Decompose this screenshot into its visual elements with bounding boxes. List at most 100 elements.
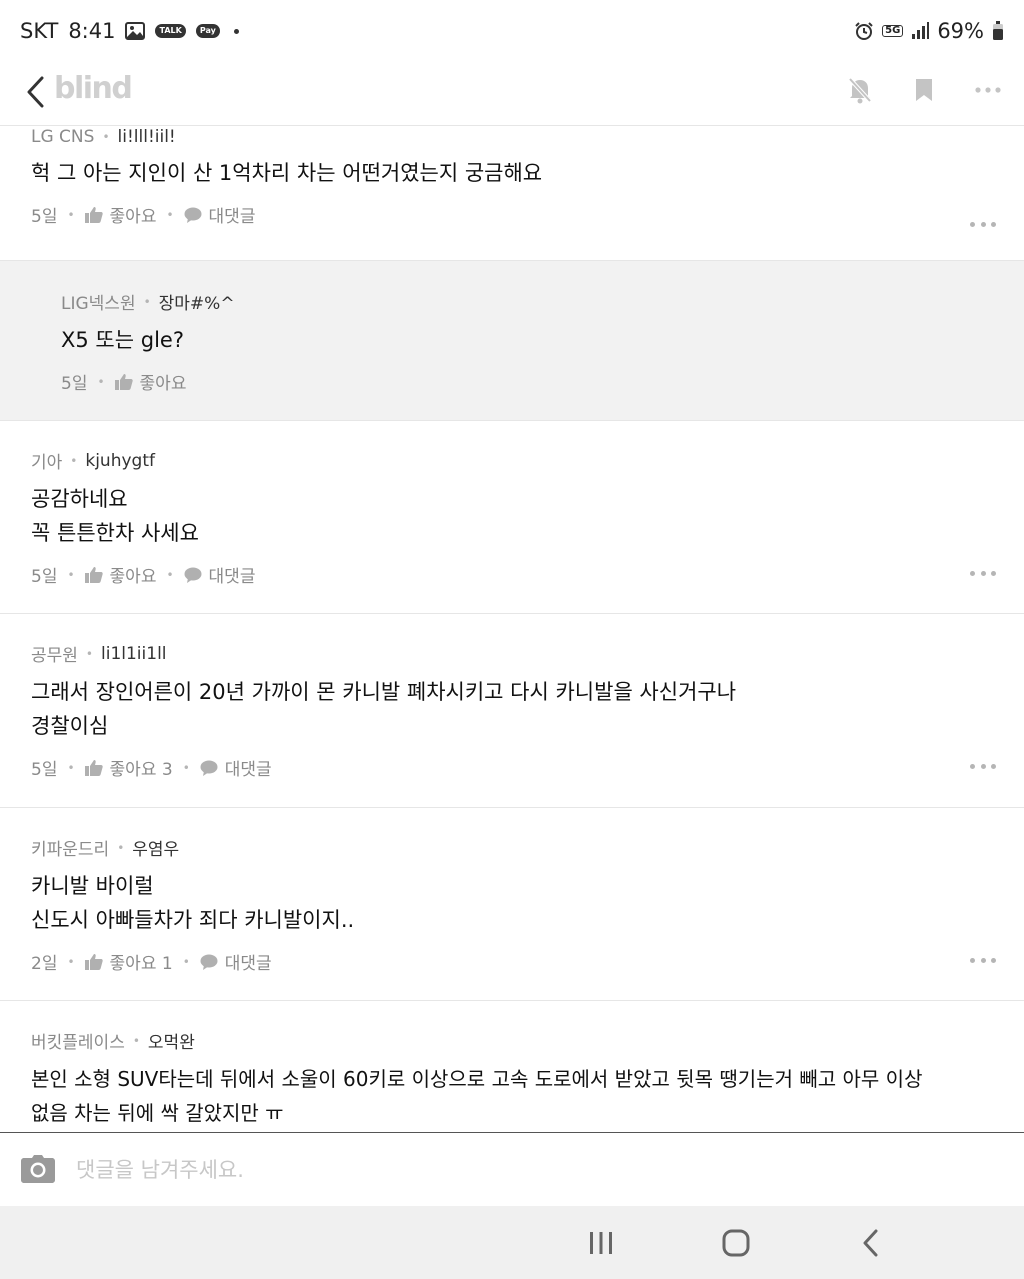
nickname[interactable]: 오먹완 (148, 1028, 195, 1053)
reply-button[interactable]: 대댓글 (200, 755, 272, 780)
blind-logo[interactable]: blind (54, 71, 133, 106)
comment-line: 없음 차는 뒤에 싹 갈았지만 ㅠ (31, 1101, 284, 1125)
app-bar-actions (842, 70, 1006, 110)
company-name: 기아 (31, 453, 63, 473)
reply-button[interactable]: 대댓글 (184, 202, 256, 227)
comment-meta: 버킷플레이스 • 오먹완 (31, 1028, 1024, 1053)
gallery-icon (125, 22, 146, 40)
comment-actions: 2일 • 좋아요 1 • 대댓글 (31, 949, 1024, 974)
like-button[interactable]: 좋아요 (114, 369, 187, 394)
nickname[interactable]: li!lll!iil! (118, 127, 176, 147)
comment-line: 그래서 장인어른이 20년 가까이 몬 카니발 폐차시키고 다시 카니발을 사신… (31, 680, 737, 704)
recent-apps-button[interactable] (578, 1222, 624, 1264)
like-label: 좋아요 (139, 374, 187, 394)
notification-dot-icon (233, 28, 239, 34)
bell-off-icon (848, 77, 872, 104)
comment-meta: LIG넥스원 • 장마#%^ (61, 289, 1024, 314)
thumbs-up-icon (84, 567, 103, 583)
like-button[interactable]: 좋아요 (84, 562, 157, 587)
app-bar: blind (0, 62, 1024, 126)
nickname[interactable]: 장마#%^ (159, 289, 235, 314)
comment-list: LG CNS • li!lll!iil! 헉 그 아는 지인이 산 1억차리 차… (0, 126, 1024, 1132)
comment-item: 공무원 • li1l1ii1ll 그래서 장인어른이 20년 가까이 몬 카니발… (0, 614, 1024, 808)
comment-line: 꼭 튼튼한차 사세요 (31, 521, 199, 545)
notification-off-button[interactable] (842, 70, 878, 110)
like-label: 좋아요 (109, 207, 157, 227)
comment-body: 그래서 장인어른이 20년 가까이 몬 카니발 폐차시키고 다시 카니발을 사신… (31, 675, 1024, 743)
comment-line: 신도시 아빠들차가 죄다 카니발이지.. (31, 908, 355, 932)
comment-actions: 5일 • 좋아요 3 • 대댓글 (31, 755, 1024, 780)
home-icon (722, 1229, 750, 1257)
clock: 8:41 (68, 19, 116, 43)
comment-age: 5일 (31, 207, 58, 227)
reply-button[interactable]: 대댓글 (200, 949, 272, 974)
reply-button[interactable]: 대댓글 (184, 562, 256, 587)
nickname[interactable]: 우염우 (132, 835, 179, 860)
camera-icon (21, 1155, 55, 1183)
chevron-left-icon (27, 76, 44, 108)
camera-button[interactable] (20, 1151, 56, 1187)
pay-icon: Pay (195, 24, 220, 38)
comment-line: 경찰이심 (31, 714, 109, 738)
comment-item: 버킷플레이스 • 오먹완 본인 소형 SUV타는데 뒤에서 소울이 60키로 이… (0, 1001, 1024, 1132)
comment-meta: 기아 • kjuhygtf (31, 448, 1024, 474)
battery-icon (992, 21, 1004, 41)
alarm-icon (854, 21, 874, 41)
more-options-button[interactable] (970, 70, 1006, 110)
like-button[interactable]: 좋아요 1 (84, 949, 173, 974)
battery-percent: 69% (937, 19, 984, 43)
comment-item: 키파운드리 • 우염우 카니발 바이럴 신도시 아빠들차가 죄다 카니발이지..… (0, 808, 1024, 1001)
comment-line: 헉 그 아는 지인이 산 1억차리 차는 어떤거였는지 궁금해요 (31, 161, 543, 185)
company-name: LG CNS (31, 127, 95, 147)
thumbs-up-icon (84, 207, 103, 223)
comment-actions: 5일 • 좋아요 • 대댓글 (31, 562, 1024, 587)
comment-item: LG CNS • li!lll!iil! 헉 그 아는 지인이 산 1억차리 차… (0, 126, 1024, 261)
speech-bubble-icon (200, 760, 218, 776)
comment-line: X5 또는 gle? (61, 328, 184, 352)
comment-input[interactable] (76, 1151, 976, 1189)
comment-line: 공감하네요 (31, 487, 128, 511)
nav-back-button[interactable] (848, 1222, 894, 1264)
comment-actions: 5일 • 좋아요 • 대댓글 (31, 202, 1024, 227)
like-label: 좋아요 1 (109, 954, 173, 974)
company-name: 버킷플레이스 (31, 1033, 125, 1053)
speech-bubble-icon (184, 567, 202, 583)
reply-item: LIG넥스원 • 장마#%^ X5 또는 gle? 5일 • 좋아요 (0, 261, 1024, 421)
company-name: 공무원 (31, 646, 78, 666)
thumbs-up-icon (84, 954, 103, 970)
comment-age: 2일 (31, 954, 58, 974)
recent-apps-icon (590, 1232, 612, 1254)
reply-label: 대댓글 (208, 567, 256, 587)
reply-label: 대댓글 (208, 207, 256, 227)
home-button[interactable] (713, 1222, 759, 1264)
network-label: 5G (882, 25, 904, 37)
comment-age: 5일 (31, 567, 58, 587)
more-horizontal-icon (975, 87, 1001, 93)
like-button[interactable]: 좋아요 3 (84, 755, 173, 780)
like-label: 좋아요 (109, 567, 157, 587)
comment-body: 공감하네요 꼭 튼튼한차 사세요 (31, 482, 1024, 550)
comment-age: 5일 (61, 374, 88, 394)
back-arrow-icon (863, 1229, 878, 1257)
status-right: 5G 69% (854, 19, 1004, 43)
comment-actions: 5일 • 좋아요 (61, 369, 1024, 394)
comment-age: 5일 (31, 760, 58, 780)
thumbs-up-icon (84, 760, 103, 776)
comment-more-button[interactable] (970, 568, 996, 578)
comment-meta: 공무원 • li1l1ii1ll (31, 641, 1024, 667)
comment-more-button[interactable] (970, 219, 996, 229)
comment-more-button[interactable] (970, 761, 996, 771)
reply-label: 대댓글 (224, 954, 272, 974)
back-button[interactable] (18, 72, 52, 112)
comment-body: 본인 소형 SUV타는데 뒤에서 소울이 60키로 이상으로 고속 도로에서 받… (31, 1062, 1024, 1130)
comment-more-button[interactable] (970, 955, 996, 965)
bookmark-button[interactable] (906, 70, 942, 110)
bookmark-icon (916, 79, 932, 101)
comment-body: 카니발 바이럴 신도시 아빠들차가 죄다 카니발이지.. (31, 869, 1024, 937)
comment-body: 헉 그 아는 지인이 산 1억차리 차는 어떤거였는지 궁금해요 (31, 156, 1024, 190)
like-button[interactable]: 좋아요 (84, 202, 157, 227)
speech-bubble-icon (200, 954, 218, 970)
nickname[interactable]: li1l1ii1ll (101, 644, 167, 664)
system-nav-bar (0, 1206, 1024, 1279)
nickname[interactable]: kjuhygtf (85, 451, 155, 471)
